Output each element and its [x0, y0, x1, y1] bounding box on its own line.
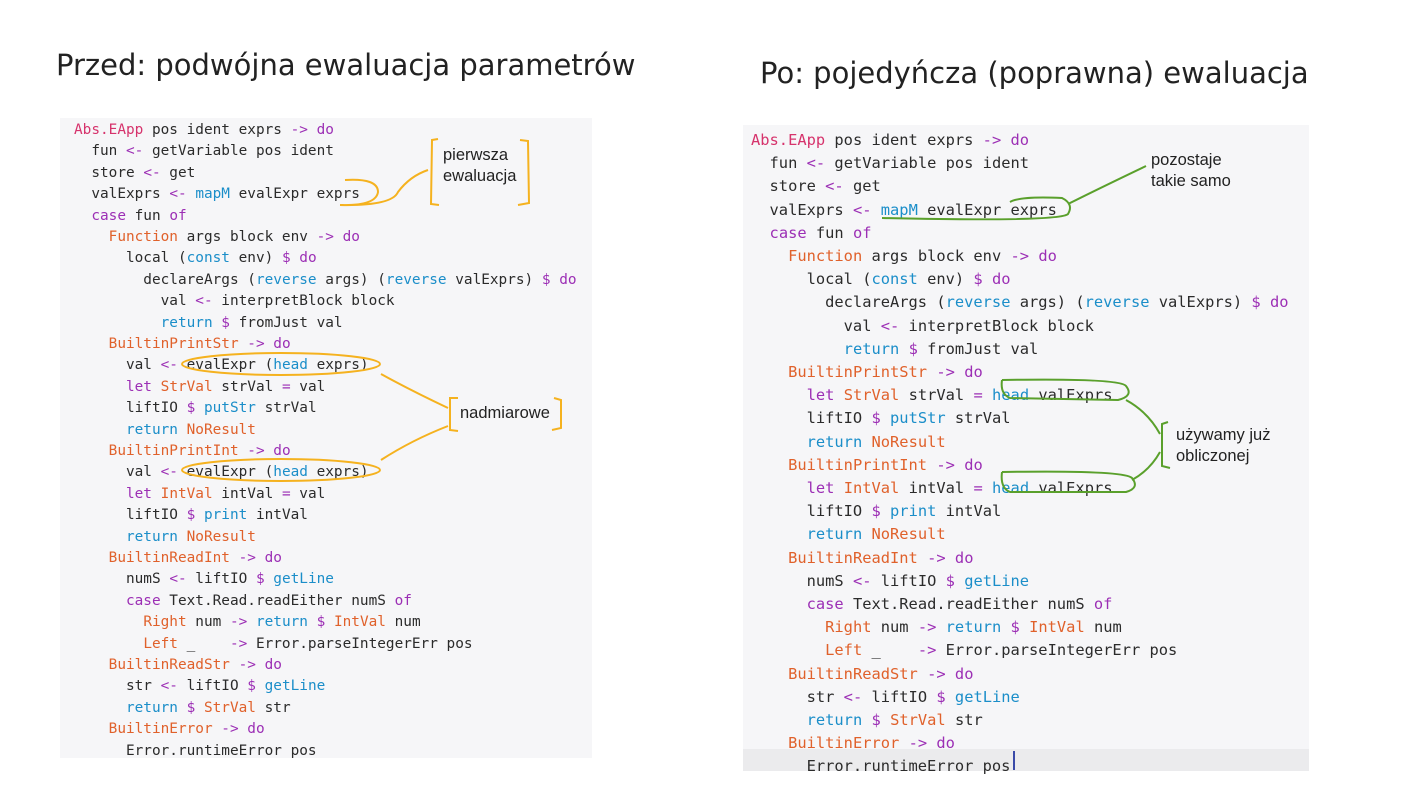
note-unchanged: pozostaje takie samo [1151, 151, 1231, 190]
unchanged-underline-curve [881, 165, 1147, 221]
note-first-evaluation: pierwsza ewaluacja [443, 146, 517, 185]
redundant-bracket-right [551, 397, 562, 431]
first-eval-bracket-right [517, 139, 531, 206]
annotation-layer [181, 138, 1171, 493]
already-computed-bracket [1161, 421, 1171, 469]
redundant-arrow-2 [380, 425, 449, 461]
already-computed-oval-2 [1000, 470, 1136, 493]
already-computed-arrow-2 [1131, 451, 1161, 481]
first-eval-underline-curve [339, 169, 429, 207]
redundant-bracket-left [449, 397, 459, 432]
already-computed-oval-1 [1000, 378, 1130, 402]
first-eval-bracket-left [429, 138, 440, 206]
redundant-eval-oval-2 [181, 458, 381, 482]
note-redundant: nadmiarowe [460, 404, 550, 422]
redundant-arrow-1 [380, 373, 449, 409]
note-already-computed: używamy już obliczonej [1176, 426, 1271, 465]
redundant-eval-oval-1 [181, 352, 381, 376]
already-computed-arrow-1 [1125, 399, 1161, 435]
